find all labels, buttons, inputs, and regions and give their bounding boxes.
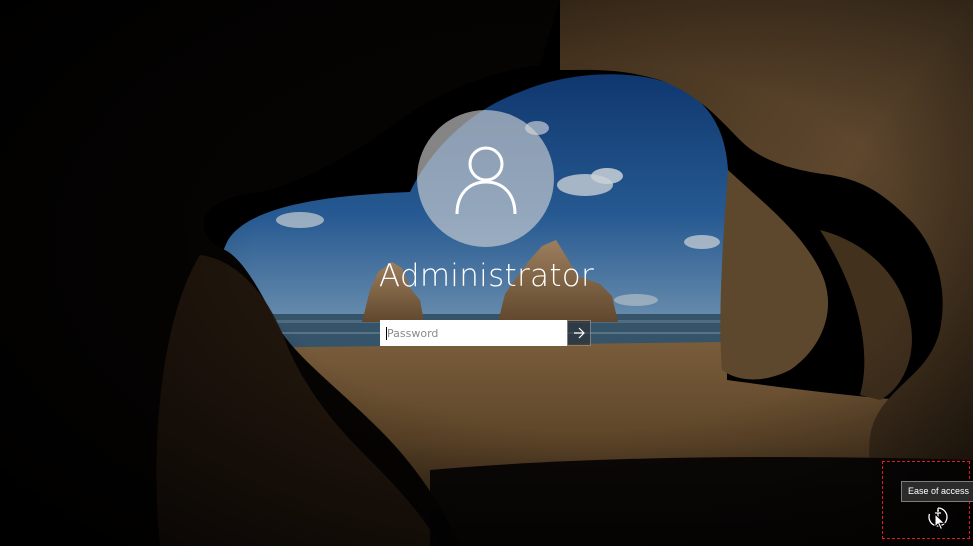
submit-button[interactable] (567, 320, 591, 346)
ease-of-access-tooltip: Ease of access (901, 481, 973, 502)
mouse-pointer-icon (934, 513, 946, 531)
password-input[interactable] (380, 320, 567, 346)
user-avatar (417, 110, 554, 247)
arrow-right-icon (574, 327, 585, 339)
text-caret (386, 327, 387, 340)
account-name: Administrator (378, 258, 595, 294)
user-icon (455, 146, 516, 214)
password-row (380, 320, 591, 346)
